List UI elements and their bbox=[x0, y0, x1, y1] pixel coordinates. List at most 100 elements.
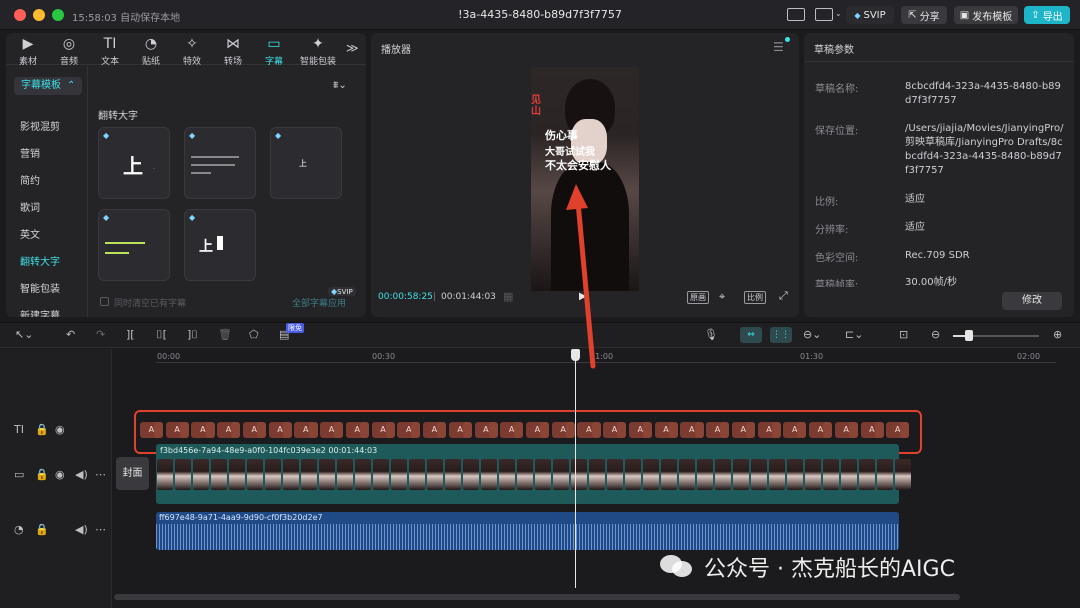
undo-icon[interactable]: ↶ bbox=[66, 328, 75, 341]
split-icon[interactable]: ][ bbox=[126, 328, 135, 341]
subtitle-line: 伤心事 bbox=[545, 129, 578, 142]
video-thumbnail bbox=[733, 459, 749, 490]
share-button[interactable]: ⇱ 分享 bbox=[901, 6, 947, 24]
category-item-active[interactable]: 翻转大字 bbox=[20, 253, 60, 268]
category-item[interactable]: 简约 bbox=[20, 172, 40, 187]
timecode-grid-icon[interactable]: ▦ bbox=[503, 290, 513, 303]
tab-subtitles[interactable]: ▭ 字幕 bbox=[255, 36, 293, 67]
minimize-window-button[interactable] bbox=[33, 9, 45, 21]
total-time: 00:01:44:03 bbox=[441, 292, 496, 302]
title-bar: 15:58:03 自动保存本地 !3a-4435-8480-b89d7f3f77… bbox=[0, 0, 1080, 30]
lock-icon[interactable]: 🔒 bbox=[35, 523, 49, 536]
main-track-magnet-button[interactable]: ⇔ bbox=[740, 327, 762, 343]
clear-checkbox[interactable] bbox=[100, 297, 109, 306]
keyboard-icon[interactable] bbox=[787, 8, 805, 21]
chevron-down-icon[interactable]: ⌄ bbox=[835, 9, 842, 18]
tab-audio[interactable]: ◎ 音频 bbox=[50, 36, 88, 67]
audio-icon: ◎ bbox=[62, 36, 76, 52]
tab-transition[interactable]: ⋈ 转场 bbox=[214, 36, 252, 67]
filter-icon[interactable]: ⩩⌄ bbox=[333, 80, 347, 91]
audio-clip-label: ff697e48-9a71-4aa9-9d90-cf0f3b20d2e7 bbox=[159, 513, 323, 522]
modify-button[interactable]: 修改 bbox=[1002, 292, 1062, 310]
video-thumbnail bbox=[553, 459, 569, 490]
zoom-slider-handle[interactable] bbox=[965, 330, 973, 341]
lock-icon[interactable]: 🔒 bbox=[35, 468, 49, 481]
redo-icon[interactable]: ↷ bbox=[96, 328, 105, 341]
split-right-icon[interactable]: ]⌷ bbox=[187, 328, 198, 342]
template-card[interactable]: ◆ 上 bbox=[270, 127, 342, 199]
video-thumbnail bbox=[679, 459, 695, 490]
category-item[interactable]: 影视混剪 bbox=[20, 118, 60, 133]
category-item[interactable]: 智能包装 bbox=[20, 280, 60, 295]
preview-axis-icon[interactable]: ⊏⌄ bbox=[845, 328, 863, 341]
category-item[interactable]: 歌词 bbox=[20, 199, 40, 214]
split-left-icon[interactable]: ⌷[ bbox=[156, 328, 167, 342]
template-card[interactable]: ◆ 上 · bbox=[98, 127, 170, 199]
close-window-button[interactable] bbox=[14, 9, 26, 21]
tab-effects[interactable]: ✧ 特效 bbox=[173, 36, 211, 67]
template-card[interactable]: ◆ bbox=[184, 127, 256, 199]
video-thumbnail bbox=[787, 459, 803, 490]
category-item[interactable]: 营销 bbox=[20, 145, 40, 160]
video-thumbnail bbox=[265, 459, 281, 490]
eye-icon[interactable]: ◉ bbox=[55, 423, 65, 436]
tab-sticker[interactable]: ◔ 贴纸 bbox=[132, 36, 170, 67]
cover-button[interactable]: 封面 bbox=[116, 457, 149, 490]
marker-icon[interactable]: ⬠ bbox=[249, 328, 259, 341]
apply-all-button[interactable]: 全部字幕应用 bbox=[292, 296, 346, 309]
diamond-icon: ◆ bbox=[854, 10, 861, 20]
template-card[interactable]: ◆ 上 bbox=[184, 209, 256, 281]
video-thumbnail bbox=[697, 459, 713, 490]
export-button[interactable]: ⇪ 导出 bbox=[1024, 6, 1070, 24]
clear-checkbox-label: 同时清空已有字幕 bbox=[114, 299, 187, 309]
zoom-out-icon[interactable]: ⊖ bbox=[931, 328, 940, 341]
layout-icon[interactable] bbox=[815, 8, 833, 21]
video-thumbnail bbox=[229, 459, 245, 490]
pointer-icon[interactable]: ↖⌄ bbox=[15, 328, 33, 341]
publish-template-button[interactable]: ▣ 发布模板 bbox=[954, 6, 1018, 24]
tab-media[interactable]: ▶ 素材 bbox=[9, 36, 47, 67]
original-quality-button[interactable]: 原画 bbox=[687, 291, 709, 304]
diamond-icon: ◆ bbox=[189, 131, 196, 140]
ratio-button[interactable]: 比例 bbox=[744, 291, 766, 304]
media-icon: ▶ bbox=[22, 36, 34, 52]
microphone-icon[interactable]: 🎙 bbox=[704, 328, 718, 341]
eye-icon[interactable]: ◉ bbox=[55, 468, 65, 481]
video-thumbnail bbox=[589, 459, 605, 490]
top-tabs: ▶ 素材 ◎ 音频 TI 文本 ◔ 贴纸 ✧ 特效 ⋈ 转场 ▭ 字幕 ✦ 智能包装 ≫ bbox=[6, 33, 366, 67]
ruler-tick: 01:30 bbox=[800, 352, 824, 361]
template-card[interactable]: ◆ bbox=[98, 209, 170, 281]
video-thumbnail bbox=[877, 459, 893, 490]
auto-snap-button[interactable]: ⋮⋮ bbox=[770, 327, 792, 343]
zoom-in-icon[interactable]: ⊕ bbox=[1053, 328, 1062, 341]
category-item[interactable]: 新建字幕 bbox=[20, 307, 60, 317]
current-time: 00:00:58:25 bbox=[378, 292, 433, 302]
more-icon[interactable]: ⋯ bbox=[95, 468, 106, 481]
maximize-window-button[interactable] bbox=[52, 9, 64, 21]
video-thumbnail bbox=[193, 459, 209, 490]
speaker-icon[interactable]: ◀) bbox=[75, 468, 88, 481]
tab-smart-package[interactable]: ✦ 智能包装 bbox=[296, 36, 340, 67]
timeline-scrollbar[interactable] bbox=[114, 594, 960, 600]
svip-badge: ◆SVIP bbox=[328, 287, 356, 296]
lock-icon[interactable]: 🔒 bbox=[35, 423, 49, 436]
project-title: !3a-4435-8480-b89d7f3f7757 bbox=[458, 8, 622, 21]
more-icon[interactable]: ⋯ bbox=[95, 523, 106, 536]
colorspace-label: 色彩空间: bbox=[815, 253, 859, 264]
delete-icon[interactable]: 🗑 bbox=[218, 328, 232, 341]
more-tabs-button[interactable]: ≫ bbox=[346, 41, 359, 55]
link-icon[interactable]: ⊖⌄ bbox=[803, 328, 821, 341]
category-item[interactable]: 英文 bbox=[20, 226, 40, 241]
video-thumbnail bbox=[355, 459, 371, 490]
speaker-icon[interactable]: ◀) bbox=[75, 523, 88, 536]
fit-timeline-icon[interactable]: ⊡ bbox=[899, 328, 908, 341]
share-icon: ⇱ bbox=[908, 9, 917, 21]
playhead[interactable] bbox=[575, 356, 576, 588]
category-dropdown[interactable]: 字幕模板 ⌃ bbox=[14, 77, 82, 95]
fullscreen-icon[interactable]: ⤢ bbox=[779, 289, 788, 303]
text-icon: TI bbox=[103, 36, 117, 52]
focus-icon[interactable]: ⌖ bbox=[719, 290, 725, 304]
tab-text[interactable]: TI 文本 bbox=[91, 36, 129, 67]
svip-button[interactable]: ◆ SVIP bbox=[846, 6, 894, 24]
menu-icon[interactable]: ☰ bbox=[773, 40, 784, 54]
